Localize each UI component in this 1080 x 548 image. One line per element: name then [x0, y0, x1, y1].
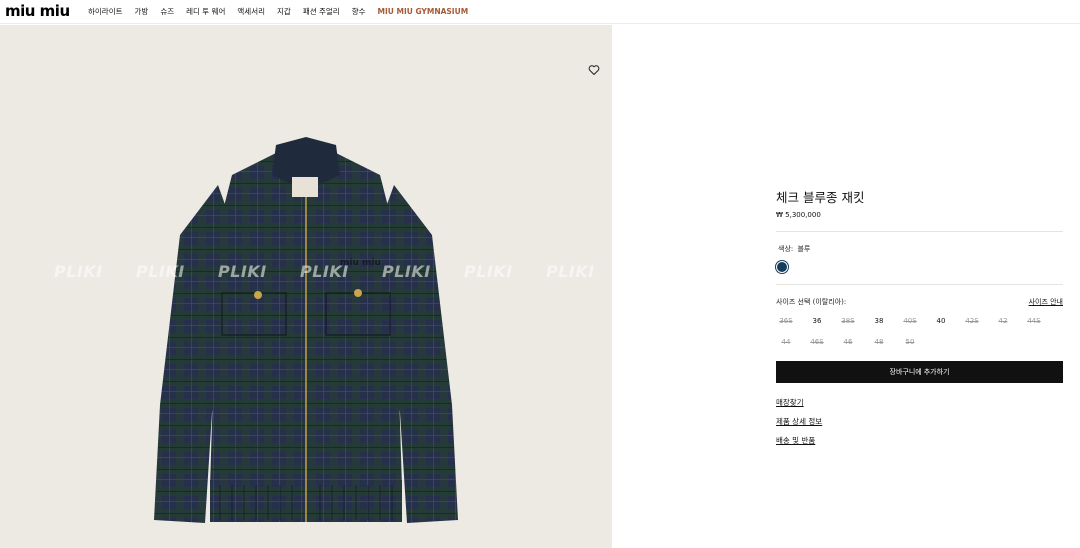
watermark-text: PLIKI	[300, 262, 349, 281]
product-price: ₩ 5,300,000	[776, 211, 821, 219]
nav-item-wallets[interactable]: 지갑	[277, 6, 291, 17]
watermark-text: PLIKI	[464, 262, 513, 281]
size-option-44[interactable]: 44	[776, 338, 796, 346]
nav-item-bags[interactable]: 가방	[135, 6, 149, 17]
size-option-40s[interactable]: 40S	[900, 317, 920, 325]
nav-item-highlights[interactable]: 하이라이트	[88, 6, 123, 17]
add-to-cart-button[interactable]: 장바구니에 추가하기	[776, 361, 1063, 383]
size-option-46s[interactable]: 46S	[807, 338, 827, 346]
nav-item-accessories[interactable]: 액세서리	[237, 6, 265, 17]
size-option-42s[interactable]: 42S	[962, 317, 982, 325]
site-header: miu miu 하이라이트 가방 슈즈 레디 투 웨어 액세서리 지갑 패션 주…	[0, 0, 1080, 24]
watermark-text: PLIKI	[54, 262, 103, 281]
size-option-44s[interactable]: 44S	[1024, 317, 1044, 325]
size-option-38s[interactable]: 38S	[838, 317, 858, 325]
brand-logo[interactable]: miu miu	[5, 3, 70, 19]
product-details-link[interactable]: 제품 상세 정보	[776, 416, 822, 427]
watermark-text: PLIKI	[546, 262, 595, 281]
jacket-illustration: miu miu	[154, 137, 458, 523]
nav-item-ready-to-wear[interactable]: 레디 투 웨어	[186, 6, 225, 17]
watermark-text: PLIKI	[136, 262, 185, 281]
color-value: 블루	[797, 245, 811, 253]
size-guide-link[interactable]: 사이즈 안내	[1029, 297, 1063, 307]
product-image: miu miu PLIKI PLIKI PLIKI PLIKI PLIKI PL…	[0, 25, 612, 548]
size-option-36[interactable]: 36	[807, 317, 827, 325]
size-option-40[interactable]: 40	[931, 317, 951, 325]
watermark-row: PLIKI PLIKI PLIKI PLIKI PLIKI PLIKI PLIK…	[50, 262, 610, 286]
nav-item-fragrance[interactable]: 향수	[352, 6, 366, 17]
size-option-38[interactable]: 38	[869, 317, 889, 325]
nav-item-shoes[interactable]: 슈즈	[160, 6, 174, 17]
size-label: 사이즈 선택 (이탈리아):	[776, 298, 847, 306]
divider	[776, 231, 1063, 232]
watermark-text: PLIKI	[382, 262, 431, 281]
product-title: 체크 블루종 재킷	[776, 190, 865, 205]
heart-outline-icon[interactable]	[588, 61, 600, 75]
size-option-46[interactable]: 46	[838, 338, 858, 346]
nav-item-gymnasium[interactable]: MIU MIU GYMNASIUM	[378, 7, 469, 16]
nav-item-fashion-jewelry[interactable]: 패션 주얼리	[303, 6, 340, 17]
size-option-42[interactable]: 42	[993, 317, 1013, 325]
product-details: 체크 블루종 재킷 ₩ 5,300,000 색상: 블루 사이즈 선택 (이탈리…	[776, 190, 1063, 445]
size-option-48[interactable]: 48	[869, 338, 889, 346]
main-nav: 하이라이트 가방 슈즈 레디 투 웨어 액세서리 지갑 패션 주얼리 향수 MI…	[88, 0, 468, 22]
color-label: 색상: 블루	[776, 244, 810, 254]
size-option-36s[interactable]: 36S	[776, 317, 796, 325]
divider	[776, 284, 1063, 285]
color-label-text: 색상:	[778, 245, 794, 253]
watermark-text: PLIKI	[218, 262, 267, 281]
shipping-returns-link[interactable]: 배송 및 반품	[776, 435, 815, 446]
store-locator-link[interactable]: 매장찾기	[776, 397, 804, 408]
color-swatch-blue[interactable]	[776, 261, 788, 273]
size-option-50[interactable]: 50	[900, 338, 920, 346]
